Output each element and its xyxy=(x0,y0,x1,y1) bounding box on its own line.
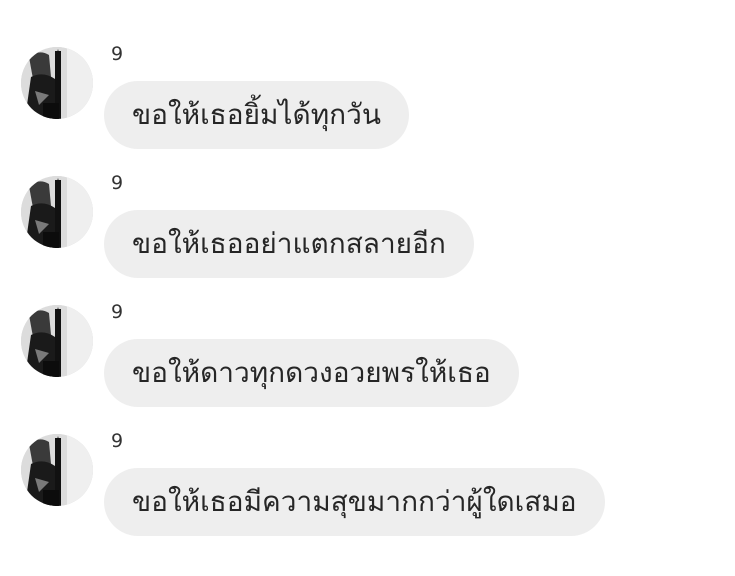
sender-name: 9 xyxy=(111,43,124,65)
chat-thread: 9 ขอให้เธอยิ้มได้ทุกวัน 9 ขอให้เธออย่าแต… xyxy=(0,0,735,576)
sender-name: 9 xyxy=(111,301,124,323)
message-bubble[interactable]: ขอให้เธอมีความสุขมากกว่าผู้ใดเสมอ xyxy=(104,468,605,536)
message-row: 9 ขอให้เธอมีความสุขมากกว่าผู้ใดเสมอ xyxy=(0,430,735,544)
profile-photo-icon xyxy=(21,305,93,377)
avatar[interactable] xyxy=(21,305,93,377)
message-bubble[interactable]: ขอให้เธออย่าแตกสลายอีก xyxy=(104,210,474,278)
message-row: 9 ขอให้เธอยิ้มได้ทุกวัน xyxy=(0,43,735,157)
avatar[interactable] xyxy=(21,434,93,506)
profile-photo-icon xyxy=(21,434,93,506)
message-row: 9 ขอให้เธออย่าแตกสลายอีก xyxy=(0,172,735,286)
avatar[interactable] xyxy=(21,47,93,119)
profile-photo-icon xyxy=(21,176,93,248)
message-bubble[interactable]: ขอให้เธอยิ้มได้ทุกวัน xyxy=(104,81,409,149)
avatar[interactable] xyxy=(21,176,93,248)
message-row: 9 ขอให้ดาวทุกดวงอวยพรให้เธอ xyxy=(0,301,735,415)
profile-photo-icon xyxy=(21,47,93,119)
message-bubble[interactable]: ขอให้ดาวทุกดวงอวยพรให้เธอ xyxy=(104,339,519,407)
sender-name: 9 xyxy=(111,430,124,452)
sender-name: 9 xyxy=(111,172,124,194)
